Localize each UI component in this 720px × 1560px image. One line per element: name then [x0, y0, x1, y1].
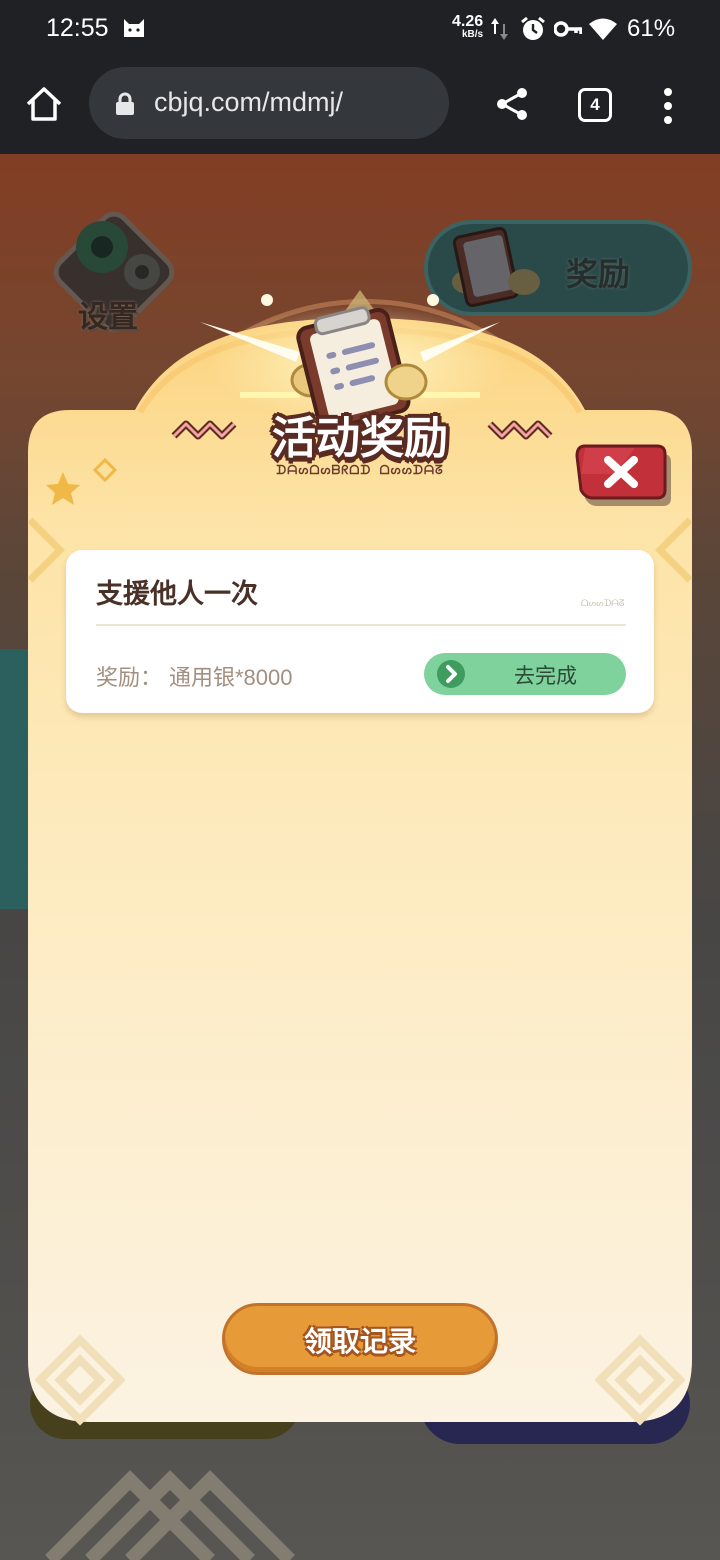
task-divider [96, 624, 626, 626]
claim-record-label: 领取记录 [303, 1325, 416, 1358]
lock-icon [116, 92, 134, 115]
tabs-icon[interactable]: 4 [578, 88, 612, 122]
close-icon[interactable] [575, 444, 671, 506]
task-reward-value: 通用银*8000 [169, 665, 293, 690]
battery-level: 61% [627, 15, 676, 42]
status-time: 12:55 [46, 14, 109, 42]
task-tag: ᗝᔕᔕᗪᗩᘔ [581, 599, 625, 609]
alarm-icon [521, 16, 545, 40]
claim-record-button[interactable]: 领取记录 [222, 1303, 498, 1375]
task-reward-label: 奖励： [96, 666, 163, 691]
browser-toolbar: cbjq.com/mdmj/ 4 [0, 58, 720, 154]
address-bar[interactable]: cbjq.com/mdmj/ [89, 67, 449, 139]
status-bar: 12:55 4.26 kB/s 61% [0, 0, 720, 58]
more-vert-icon[interactable] [662, 86, 674, 126]
home-icon[interactable] [24, 84, 64, 124]
network-rate-unit: kB/s [462, 29, 484, 40]
network-rate: 4.26 kB/s [452, 14, 483, 40]
go-complete-button[interactable]: 去完成 [424, 653, 626, 695]
task-title: 支援他人一次 [96, 579, 258, 610]
share-icon[interactable] [494, 86, 530, 122]
vpn-key-icon [554, 21, 582, 37]
network-rate-value: 4.26 [452, 13, 484, 30]
cat-notification-icon [124, 19, 144, 37]
data-arrows-icon [491, 18, 508, 40]
wifi-icon [589, 18, 617, 40]
task-card: 支援他人一次 ᗝᔕᔕᗪᗩᘔ 奖励： 通用银*8000 去完成 [66, 550, 654, 713]
go-complete-label: 去完成 [514, 664, 577, 688]
chevron-right-icon [437, 660, 465, 688]
url-text[interactable]: cbjq.com/mdmj/ [154, 87, 343, 118]
